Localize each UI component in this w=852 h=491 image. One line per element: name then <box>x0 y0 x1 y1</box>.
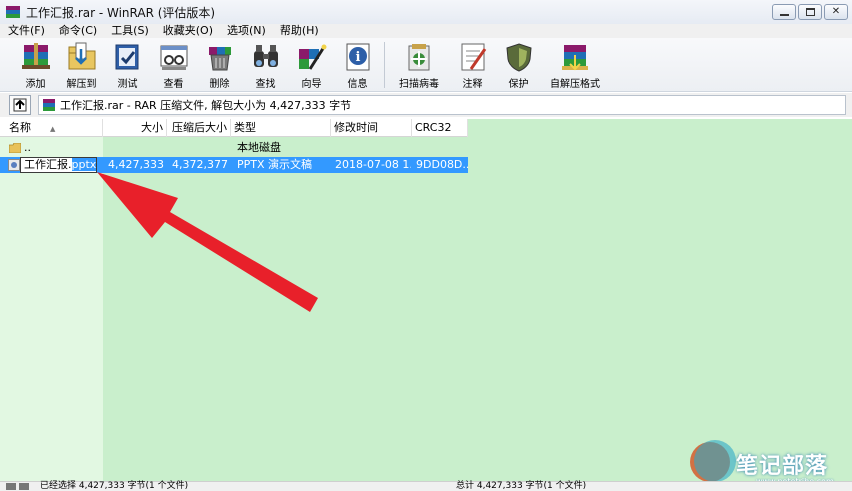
virus-scan-button[interactable]: 扫描病毒 <box>390 38 448 90</box>
extract-to-icon <box>66 41 98 73</box>
delete-icon <box>204 41 236 73</box>
menu-commands[interactable]: 命令(C) <box>51 24 103 38</box>
menu-options[interactable]: 选项(N) <box>219 24 272 38</box>
row-crc: 9DD08D... <box>416 158 468 171</box>
rename-base-text: 工作汇报. <box>24 158 72 171</box>
title-bar: 工作汇报.rar - WinRAR (评估版本) ✕ <box>0 0 852 24</box>
extract-to-label: 解压到 <box>66 79 97 90</box>
row-modified: 2018-07-08 1... <box>335 158 411 171</box>
rar-archive-icon <box>42 98 56 112</box>
add-button[interactable]: 添加 <box>14 38 57 90</box>
address-bar: 工作汇报.rar - RAR 压缩文件, 解包大小为 4,427,333 字节 <box>0 93 852 117</box>
test-icon <box>112 41 144 73</box>
virus-scan-label: 扫描病毒 <box>399 79 439 90</box>
svg-text:i: i <box>355 50 360 65</box>
wizard-button[interactable]: 向导 <box>290 38 333 90</box>
address-field[interactable]: 工作汇报.rar - RAR 压缩文件, 解包大小为 4,427,333 字节 <box>38 95 846 115</box>
close-icon: ✕ <box>831 6 841 17</box>
sfx-icon <box>559 41 591 73</box>
menu-favorites[interactable]: 收藏夹(O) <box>155 24 219 38</box>
minimize-button[interactable] <box>772 4 796 20</box>
status-bar: 已经选择 4,427,333 字节(1 个文件) 总计 4,427,333 字节… <box>0 481 852 491</box>
maximize-button[interactable] <box>798 4 822 20</box>
add-archive-icon <box>20 41 52 73</box>
up-arrow-icon <box>13 98 27 112</box>
toolbar: 添加 解压到 测试 查看 删除 查找 向导 i 信息 扫描病毒 注释 保护 自解… <box>0 38 852 92</box>
key-icon <box>19 483 29 490</box>
wizard-icon <box>296 41 328 73</box>
menu-file[interactable]: 文件(F) <box>0 24 51 38</box>
column-type[interactable]: 类型 <box>231 119 331 137</box>
protect-icon <box>503 41 535 73</box>
protect-button[interactable]: 保护 <box>497 38 540 90</box>
sfx-button[interactable]: 自解压格式 <box>543 38 607 90</box>
status-total: 总计 4,427,333 字节(1 个文件) <box>456 481 587 491</box>
drive-icon <box>6 483 16 490</box>
folder-icon <box>9 143 21 153</box>
column-packed[interactable]: 压缩后大小 <box>167 119 231 137</box>
watermark-text: 笔记部落 <box>736 454 829 479</box>
rename-input[interactable]: 工作汇报.pptx <box>20 157 97 173</box>
file-list[interactable]: 名称 ▲ 大小 压缩后大小 类型 修改时间 CRC32 .. 本地磁盘 工作汇报… <box>0 119 852 481</box>
view-label: 查看 <box>163 79 184 90</box>
row-type: 本地磁盘 <box>237 141 281 154</box>
column-modified[interactable]: 修改时间 <box>331 119 412 137</box>
column-name[interactable]: 名称 ▲ <box>0 119 103 137</box>
header-filler <box>468 119 852 137</box>
comment-button[interactable]: 注释 <box>451 38 494 90</box>
column-crc[interactable]: CRC32 <box>412 119 468 137</box>
status-selected: 已经选择 4,427,333 字节(1 个文件) <box>40 481 189 491</box>
view-button[interactable]: 查看 <box>152 38 195 90</box>
comment-icon <box>457 41 489 73</box>
sfx-label: 自解压格式 <box>550 79 600 90</box>
rename-ext-selection: pptx <box>71 158 97 171</box>
find-label: 查找 <box>255 79 276 90</box>
find-button[interactable]: 查找 <box>244 38 287 90</box>
delete-button[interactable]: 删除 <box>198 38 241 90</box>
virus-scan-icon <box>403 41 435 73</box>
view-icon <box>158 41 190 73</box>
comment-label: 注释 <box>462 79 483 90</box>
test-label: 测试 <box>117 79 138 90</box>
column-size[interactable]: 大小 <box>103 119 167 137</box>
list-header: 名称 ▲ 大小 压缩后大小 类型 修改时间 CRC32 <box>0 119 468 137</box>
delete-label: 删除 <box>209 79 230 90</box>
table-row-selected[interactable]: 工作汇报.pptx 4,427,333 4,372,377 PPTX 演示文稿 … <box>0 157 468 173</box>
row-size: 4,427,333 <box>108 158 164 171</box>
close-button[interactable]: ✕ <box>824 4 848 20</box>
window-title: 工作汇报.rar - WinRAR (评估版本) <box>26 5 216 20</box>
wizard-label: 向导 <box>301 79 322 90</box>
watermark-logo-overlay <box>694 440 736 482</box>
up-folder-button[interactable] <box>9 95 31 115</box>
table-row-parent[interactable]: .. 本地磁盘 <box>0 140 468 156</box>
row-packed: 4,372,377 <box>172 158 228 171</box>
sort-caret-icon: ▲ <box>50 125 56 133</box>
find-icon <box>250 41 282 73</box>
info-icon: i <box>342 41 374 73</box>
toolbar-separator <box>384 42 385 88</box>
info-button[interactable]: i 信息 <box>336 38 379 90</box>
column-name-label: 名称 <box>9 121 31 134</box>
status-icons <box>6 483 29 490</box>
menu-tools[interactable]: 工具(S) <box>103 24 155 38</box>
row-type: PPTX 演示文稿 <box>237 158 313 171</box>
info-label: 信息 <box>347 79 368 90</box>
maximize-icon <box>805 8 815 16</box>
extract-to-button[interactable]: 解压到 <box>60 38 103 90</box>
row-name: .. <box>24 141 31 154</box>
test-button[interactable]: 测试 <box>106 38 149 90</box>
protect-label: 保护 <box>508 79 529 90</box>
winrar-app-icon <box>5 4 21 20</box>
name-column-background <box>0 137 103 481</box>
menu-help[interactable]: 帮助(H) <box>272 24 325 38</box>
menu-bar: 文件(F) 命令(C) 工具(S) 收藏夹(O) 选项(N) 帮助(H) <box>0 24 852 38</box>
address-text: 工作汇报.rar - RAR 压缩文件, 解包大小为 4,427,333 字节 <box>60 99 352 112</box>
pptx-file-icon <box>8 159 20 171</box>
add-label: 添加 <box>25 79 46 90</box>
minimize-icon <box>779 14 789 16</box>
